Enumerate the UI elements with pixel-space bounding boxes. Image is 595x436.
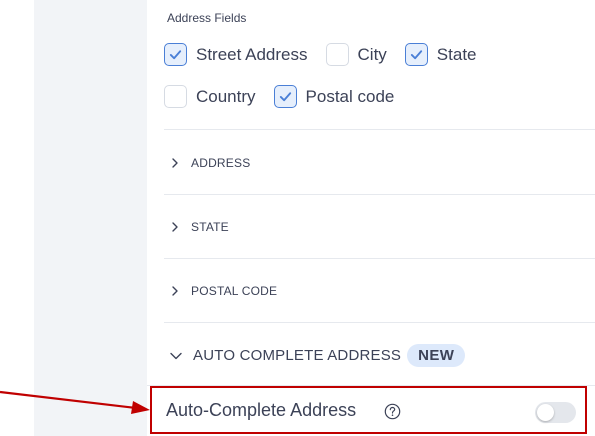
address-fields-row-2: Country Postal code bbox=[164, 85, 412, 108]
city-label: City bbox=[357, 44, 387, 64]
section-state[interactable]: STATE bbox=[169, 217, 595, 237]
chevron-right-icon bbox=[169, 285, 181, 297]
postal-code-checkbox[interactable]: Postal code bbox=[273, 85, 395, 108]
state-label: State bbox=[436, 44, 477, 64]
chevron-right-icon bbox=[169, 157, 181, 169]
settings-panel: Address Fields Street Address City State… bbox=[147, 0, 595, 436]
section-auto-complete-address[interactable]: AUTO COMPLETE ADDRESS NEW bbox=[169, 344, 466, 367]
postal-code-label: Postal code bbox=[305, 86, 395, 106]
address-fields-title: Address Fields bbox=[167, 11, 247, 25]
question-circle-icon[interactable] bbox=[384, 403, 401, 420]
section-state-label: STATE bbox=[191, 220, 229, 234]
country-checkbox[interactable]: Country bbox=[164, 85, 256, 108]
divider bbox=[164, 129, 595, 130]
section-address-label: ADDRESS bbox=[191, 156, 251, 170]
auto-complete-address-label: Auto-Complete Address bbox=[166, 400, 357, 420]
country-label: Country bbox=[196, 86, 256, 106]
checkbox-checked-icon[interactable] bbox=[273, 85, 297, 108]
checkbox-checked-icon[interactable] bbox=[404, 43, 428, 66]
street-address-checkbox[interactable]: Street Address bbox=[164, 43, 308, 66]
new-badge: NEW bbox=[407, 344, 466, 367]
auto-complete-toggle[interactable] bbox=[535, 402, 576, 423]
city-checkbox[interactable]: City bbox=[325, 43, 387, 66]
section-address[interactable]: ADDRESS bbox=[169, 153, 595, 173]
divider bbox=[164, 258, 595, 259]
address-fields-row-1: Street Address City State bbox=[164, 43, 495, 66]
auto-complete-address-row: Auto-Complete Address bbox=[147, 385, 595, 434]
state-checkbox[interactable]: State bbox=[404, 43, 477, 66]
chevron-right-icon bbox=[169, 221, 181, 233]
chevron-down-icon bbox=[169, 349, 183, 363]
checkbox-unchecked-icon[interactable] bbox=[164, 85, 187, 108]
left-gutter bbox=[0, 0, 34, 436]
toggle-knob bbox=[537, 404, 554, 421]
section-auto-complete-label: AUTO COMPLETE ADDRESS bbox=[193, 347, 402, 364]
side-strip bbox=[34, 0, 147, 436]
section-postal-code[interactable]: POSTAL CODE bbox=[169, 281, 595, 301]
section-postal-code-label: POSTAL CODE bbox=[191, 284, 278, 298]
divider bbox=[164, 322, 595, 323]
checkbox-unchecked-icon[interactable] bbox=[325, 43, 349, 66]
divider bbox=[164, 194, 595, 195]
checkbox-checked-icon[interactable] bbox=[164, 43, 187, 66]
street-address-label: Street Address bbox=[196, 44, 308, 64]
